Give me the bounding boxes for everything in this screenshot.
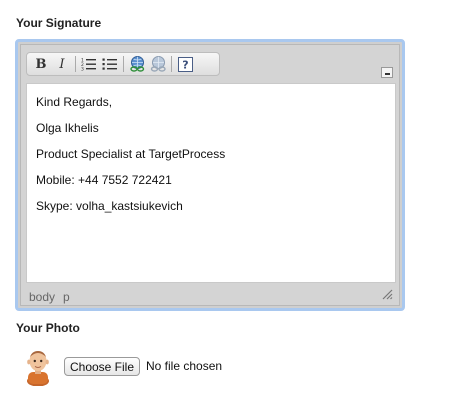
avatar [27,351,49,386]
path-element[interactable]: body [29,290,55,304]
ordered-list-button[interactable]: 1 2 3 [79,55,99,73]
link-button[interactable] [127,55,147,73]
signature-line: Skype: volha_kastsiukevich [36,199,183,213]
help-button[interactable]: ? [175,55,195,73]
signature-line: Mobile: +44 7552 722421 [36,173,172,187]
bold-icon: B [35,56,47,72]
signature-line: Kind Regards, [36,95,113,109]
signature-line: Olga Ikhelis [36,121,99,135]
toolbar-divider [123,56,124,72]
choose-file-button[interactable]: Choose File [64,357,140,376]
bold-button[interactable]: B [31,55,51,73]
signature-editor: B I 1 2 3 ? Kind Regards, Olga Ikhelis P… [15,39,405,311]
unlink-icon [150,56,166,72]
toolbar-divider [75,56,76,72]
resize-grip-icon[interactable] [381,288,393,300]
collapse-icon[interactable] [381,67,393,78]
ordered-list-icon: 1 2 3 [81,58,96,72]
signature-label: Your Signature [16,16,102,30]
link-icon [129,56,144,72]
svg-text:?: ? [182,58,188,71]
help-icon: ? [177,56,193,72]
svg-text:3: 3 [81,67,84,72]
photo-label: Your Photo [16,321,80,335]
toolbar-divider [171,56,172,72]
unlink-button[interactable] [148,55,168,73]
path-element[interactable]: p [63,290,70,304]
editor-body: B I 1 2 3 ? Kind Regards, Olga Ikhelis P… [20,44,400,306]
signature-text-area[interactable]: Kind Regards, Olga Ikhelis Product Speci… [26,83,396,283]
unordered-list-button[interactable] [100,55,120,73]
italic-icon: I [59,56,65,72]
editor-status-path: body p [29,290,70,304]
file-status-text: No file chosen [146,359,223,373]
editor-toolbar: B I 1 2 3 ? [26,52,220,76]
unordered-list-icon [102,58,117,70]
italic-button[interactable]: I [52,55,72,73]
signature-line: Product Specialist at TargetProcess [36,147,226,161]
